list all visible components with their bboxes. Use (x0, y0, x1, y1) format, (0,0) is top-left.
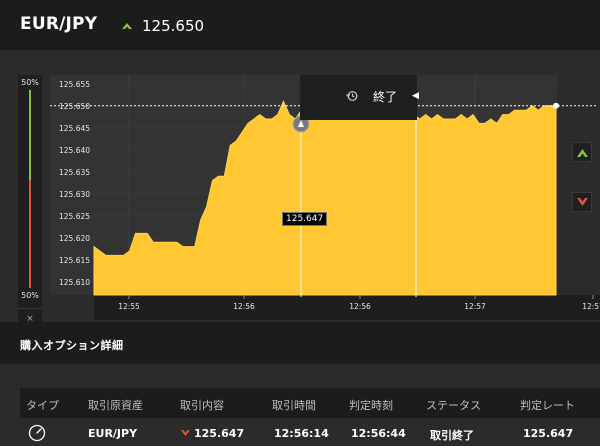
details-title: 購入オプション詳細 (20, 339, 124, 352)
current-rate-dot (553, 102, 559, 109)
chevron-down-icon (577, 198, 588, 206)
x-tick-label: 12:56 (349, 302, 371, 311)
x-tick-label: 12:55 (118, 302, 140, 311)
rate-level-panel: 50% 50% × (18, 75, 42, 328)
row-asset: EUR/JPY (88, 427, 138, 440)
low-button[interactable] (572, 192, 592, 212)
col-judge-rate: 判定レート (520, 399, 575, 412)
expiry-marker-icon: ◀ (412, 91, 419, 101)
y-tick-label: 125.620 (59, 234, 90, 243)
asset-header: EUR/JPY 125.650 (0, 0, 600, 50)
col-content: 取引内容 (180, 399, 224, 412)
trading-screen: EUR/JPY 125.650 125.655 125.650 125.645 125… (0, 0, 600, 446)
y-tick-label: 125.635 (59, 168, 90, 177)
high-button[interactable] (572, 142, 592, 162)
current-price: 125.650 (142, 17, 205, 35)
asset-pair: EUR/JPY (20, 14, 98, 34)
y-tick-label: 125.640 (59, 146, 90, 155)
y-tick-label: 125.610 (59, 278, 90, 287)
history-clock-icon (346, 91, 358, 101)
col-trade-time: 取引時間 (272, 399, 316, 412)
level-up-bar (29, 90, 31, 180)
col-asset: 取引原資産 (88, 399, 143, 412)
x-tick-label: 12:57 (464, 302, 486, 311)
up-arrow-icon (122, 23, 132, 29)
level-top-label: 50% (21, 78, 39, 87)
col-status: ステータス (426, 399, 481, 412)
x-tick-label: 12:57 (582, 302, 600, 311)
col-type: タイプ (26, 399, 59, 412)
details-header: 購入オプション詳細 (0, 322, 600, 364)
details-table-header: タイプ 取引原資産 取引内容 取引時間 判定時刻 ステータス 判定レート (20, 388, 600, 418)
y-tick-label: 125.645 (59, 124, 90, 133)
y-tick-label: 125.615 (59, 256, 90, 265)
chart-panel: 125.655 125.650 125.645 125.640 125.635 125.6… (0, 50, 600, 328)
level-bottom-label: 50% (21, 291, 39, 300)
row-trade-time: 12:56:14 (274, 427, 329, 440)
y-tick-label: 125.650 (59, 102, 90, 111)
expiry-label: 終了 (373, 90, 398, 104)
row-judge-rate: 125.647 (523, 427, 574, 440)
row-content: 125.647 (194, 427, 245, 440)
y-tick-label: 125.655 (59, 80, 90, 89)
y-tick-label: 125.630 (59, 190, 90, 199)
gauge-icon (28, 424, 46, 442)
expiry-panel (300, 75, 417, 120)
x-axis-band (94, 295, 600, 320)
low-arrow-icon (181, 430, 190, 436)
y-tick-label: 125.625 (59, 212, 90, 221)
row-judge-time: 12:56:44 (351, 427, 406, 440)
col-judge-time: 判定時刻 (349, 399, 393, 412)
entry-price-label: 125.647 (282, 212, 328, 226)
x-tick-label: 12:56 (233, 302, 255, 311)
chevron-up-icon (577, 149, 588, 157)
row-status: 取引終了 (430, 429, 474, 442)
level-down-bar (29, 180, 31, 288)
